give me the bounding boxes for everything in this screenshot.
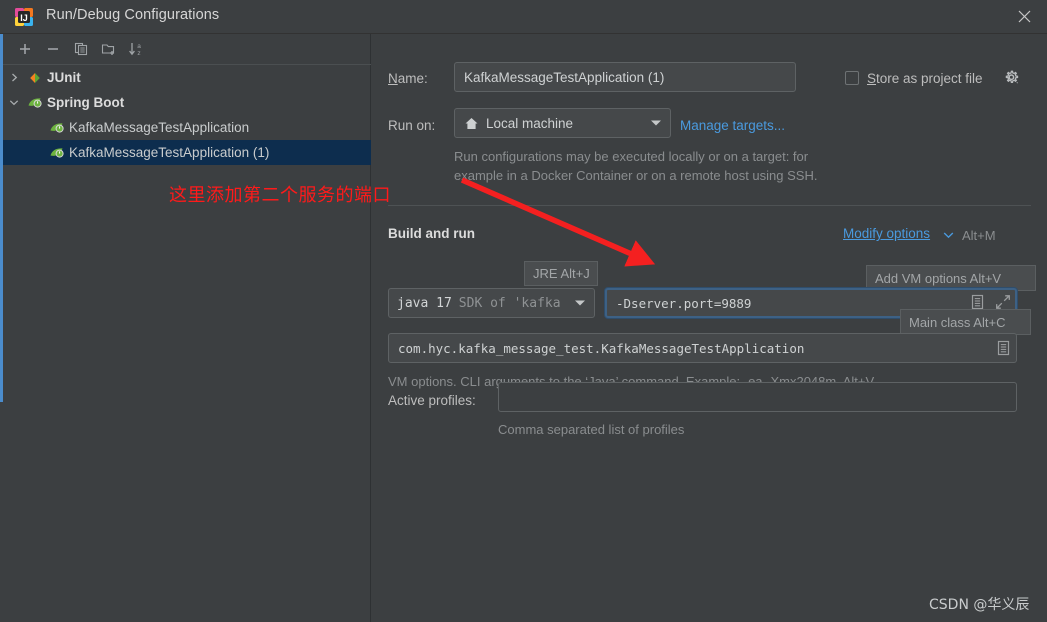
run-debug-configurations-dialog: IJ Run/Debug Configurations a z JUnit Sp… xyxy=(0,0,1047,622)
main-class-input[interactable]: com.hyc.kafka_message_test.KafkaMessageT… xyxy=(388,333,1017,363)
spring-boot-icon xyxy=(25,94,45,112)
add-configuration-button[interactable] xyxy=(11,36,39,62)
store-label-mnemonic: S xyxy=(867,71,877,86)
csdn-watermark: CSDN @华义辰 xyxy=(929,597,1030,613)
jre-combobox[interactable]: java 17 SDK of 'kafka xyxy=(388,288,595,318)
section-divider xyxy=(388,205,1031,206)
modify-options-link[interactable]: Modify options xyxy=(843,226,930,241)
vm-options-value: -Dserver.port=9889 xyxy=(616,295,752,311)
tree-node-label: Spring Boot xyxy=(47,95,125,110)
active-profiles-input[interactable] xyxy=(498,382,1017,412)
active-profiles-label: Active profiles: xyxy=(388,393,476,408)
run-on-target-value: Local machine xyxy=(486,115,574,131)
gear-icon[interactable] xyxy=(1004,70,1020,86)
build-and-run-title: Build and run xyxy=(388,226,475,241)
remove-configuration-button[interactable] xyxy=(39,36,67,62)
jre-value-prefix: java 17 xyxy=(397,295,452,311)
name-label: Name: xyxy=(388,71,428,86)
run-on-label: Run on: xyxy=(388,118,435,133)
tree-node-label: JUnit xyxy=(47,70,81,85)
store-label-rest: tore as project file xyxy=(876,71,983,86)
name-label-mnemonic: N xyxy=(388,71,398,86)
name-input-value: KafkaMessageTestApplication (1) xyxy=(464,69,665,85)
configuration-editor-panel: Name: KafkaMessageTestApplication (1) St… xyxy=(372,34,1047,622)
main-class-tooltip: Main class Alt+C xyxy=(900,309,1031,335)
svg-text:z: z xyxy=(137,50,140,57)
sort-configurations-button[interactable]: a z xyxy=(123,36,151,62)
name-label-rest: ame: xyxy=(397,71,428,86)
spring-boot-icon xyxy=(47,144,67,162)
store-as-project-file-checkbox[interactable] xyxy=(845,71,859,85)
jre-tooltip-text: JRE Alt+J xyxy=(533,266,590,281)
target-hint-line-1: Run configurations may be executed local… xyxy=(454,149,809,164)
tree-node-spring-boot[interactable]: Spring Boot xyxy=(3,90,371,115)
run-on-target-combobox[interactable]: Local machine xyxy=(454,108,671,138)
main-class-tooltip-text: Main class Alt+C xyxy=(909,314,1006,330)
modify-options-shortcut: Alt+M xyxy=(962,228,996,243)
chevron-down-icon[interactable] xyxy=(3,98,25,107)
add-vm-options-tooltip-text: Add VM options Alt+V xyxy=(875,270,1002,286)
tree-node-label: KafkaMessageTestApplication xyxy=(69,120,250,135)
configurations-sidebar: a z JUnit Spring Boot KafkaMessageTestAp… xyxy=(3,34,371,622)
active-profiles-hint: Comma separated list of profiles xyxy=(498,422,685,437)
chevron-down-icon[interactable] xyxy=(575,300,585,306)
document-icon[interactable] xyxy=(994,339,1012,357)
tree-node-kafka-message-test-application[interactable]: KafkaMessageTestApplication xyxy=(3,115,371,140)
manage-targets-link[interactable]: Manage targets... xyxy=(680,118,785,133)
svg-text:IJ: IJ xyxy=(20,13,28,23)
window-title: Run/Debug Configurations xyxy=(46,7,220,23)
configurations-tree: JUnit Spring Boot KafkaMessageTestApplic… xyxy=(3,65,371,165)
close-icon[interactable] xyxy=(1001,0,1047,33)
target-hint-line-2: example in a Docker Container or on a re… xyxy=(454,168,818,183)
home-icon xyxy=(463,115,479,131)
chevron-down-icon[interactable] xyxy=(942,230,954,240)
main-class-value: com.hyc.kafka_message_test.KafkaMessageT… xyxy=(398,340,805,356)
copy-configuration-button[interactable] xyxy=(67,36,95,62)
tree-node-junit[interactable]: JUnit xyxy=(3,65,371,90)
store-as-project-file-label[interactable]: Store as project file xyxy=(867,71,983,86)
run-on-label-text: Run on: xyxy=(388,118,436,133)
chevron-right-icon[interactable] xyxy=(3,73,25,82)
annotation-text: 这里添加第二个服务的端口 xyxy=(169,185,391,206)
jre-value-suffix: SDK of 'kafka xyxy=(458,295,561,311)
tree-node-label: KafkaMessageTestApplication (1) xyxy=(69,145,270,160)
junit-icon xyxy=(25,69,45,87)
chevron-down-icon[interactable] xyxy=(651,120,661,126)
spring-boot-icon xyxy=(47,119,67,137)
sidebar-toolbar: a z xyxy=(3,34,371,65)
tree-node-kafka-message-test-application-1[interactable]: KafkaMessageTestApplication (1) xyxy=(3,140,371,165)
name-input[interactable]: KafkaMessageTestApplication (1) xyxy=(454,62,796,92)
intellij-idea-icon: IJ xyxy=(14,7,34,27)
svg-text:a: a xyxy=(137,43,141,50)
jre-tooltip: JRE Alt+J xyxy=(524,261,598,286)
title-bar: IJ Run/Debug Configurations xyxy=(0,0,1047,34)
move-to-folder-button[interactable] xyxy=(95,36,123,62)
